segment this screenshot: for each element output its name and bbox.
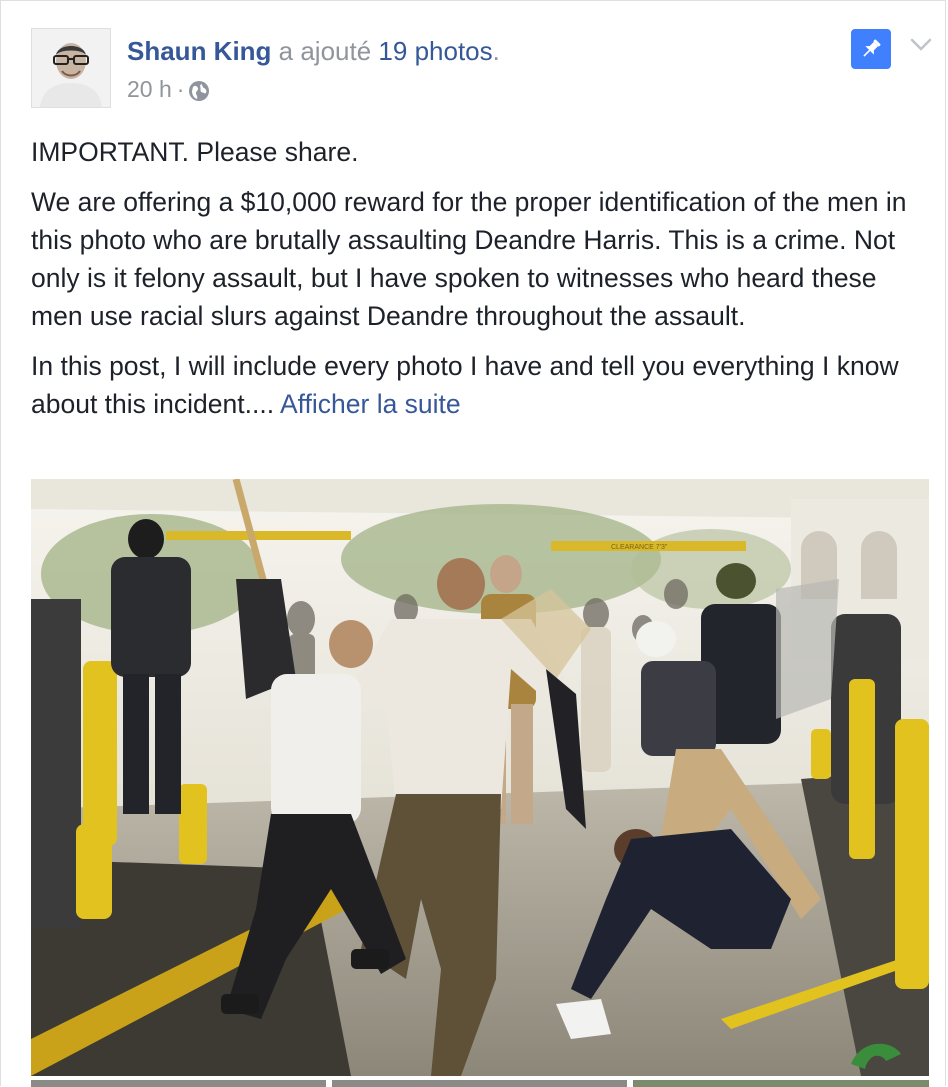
post-paragraph-1: IMPORTANT. Please share. <box>31 137 359 167</box>
action-text: a ajouté <box>271 36 379 66</box>
post-header: Shaun King a ajouté 19 photos. <box>127 33 500 69</box>
globe-icon[interactable] <box>188 78 210 101</box>
post-text: IMPORTANT. Please share. We are offering… <box>31 133 931 435</box>
post-card: Shaun King a ajouté 19 photos. 20 h · IM… <box>0 0 946 1087</box>
post-paragraph-3: In this post, I will include every photo… <box>31 347 931 423</box>
main-photo[interactable]: CLEARANCE 7'3" <box>31 479 929 1076</box>
pin-icon <box>863 39 881 57</box>
author-name-link[interactable]: Shaun King <box>127 36 271 66</box>
post-options-button[interactable] <box>907 31 935 59</box>
see-more-link[interactable]: Afficher la suite <box>280 389 461 419</box>
header-period: . <box>492 36 500 66</box>
chevron-down-icon <box>910 38 932 51</box>
pin-button[interactable] <box>851 29 891 69</box>
post-meta: 20 h · <box>127 73 210 105</box>
post-paragraph-2: We are offering a $10,000 reward for the… <box>31 187 907 331</box>
post-timestamp[interactable]: 20 h <box>127 73 172 105</box>
clearance-sign: CLEARANCE 7'3" <box>611 544 668 551</box>
photos-count-link[interactable]: 19 photos <box>378 36 492 66</box>
post-paragraph-3-text: In this post, I will include every photo… <box>31 351 899 419</box>
avatar[interactable] <box>31 28 111 108</box>
meta-separator: · <box>176 76 185 102</box>
